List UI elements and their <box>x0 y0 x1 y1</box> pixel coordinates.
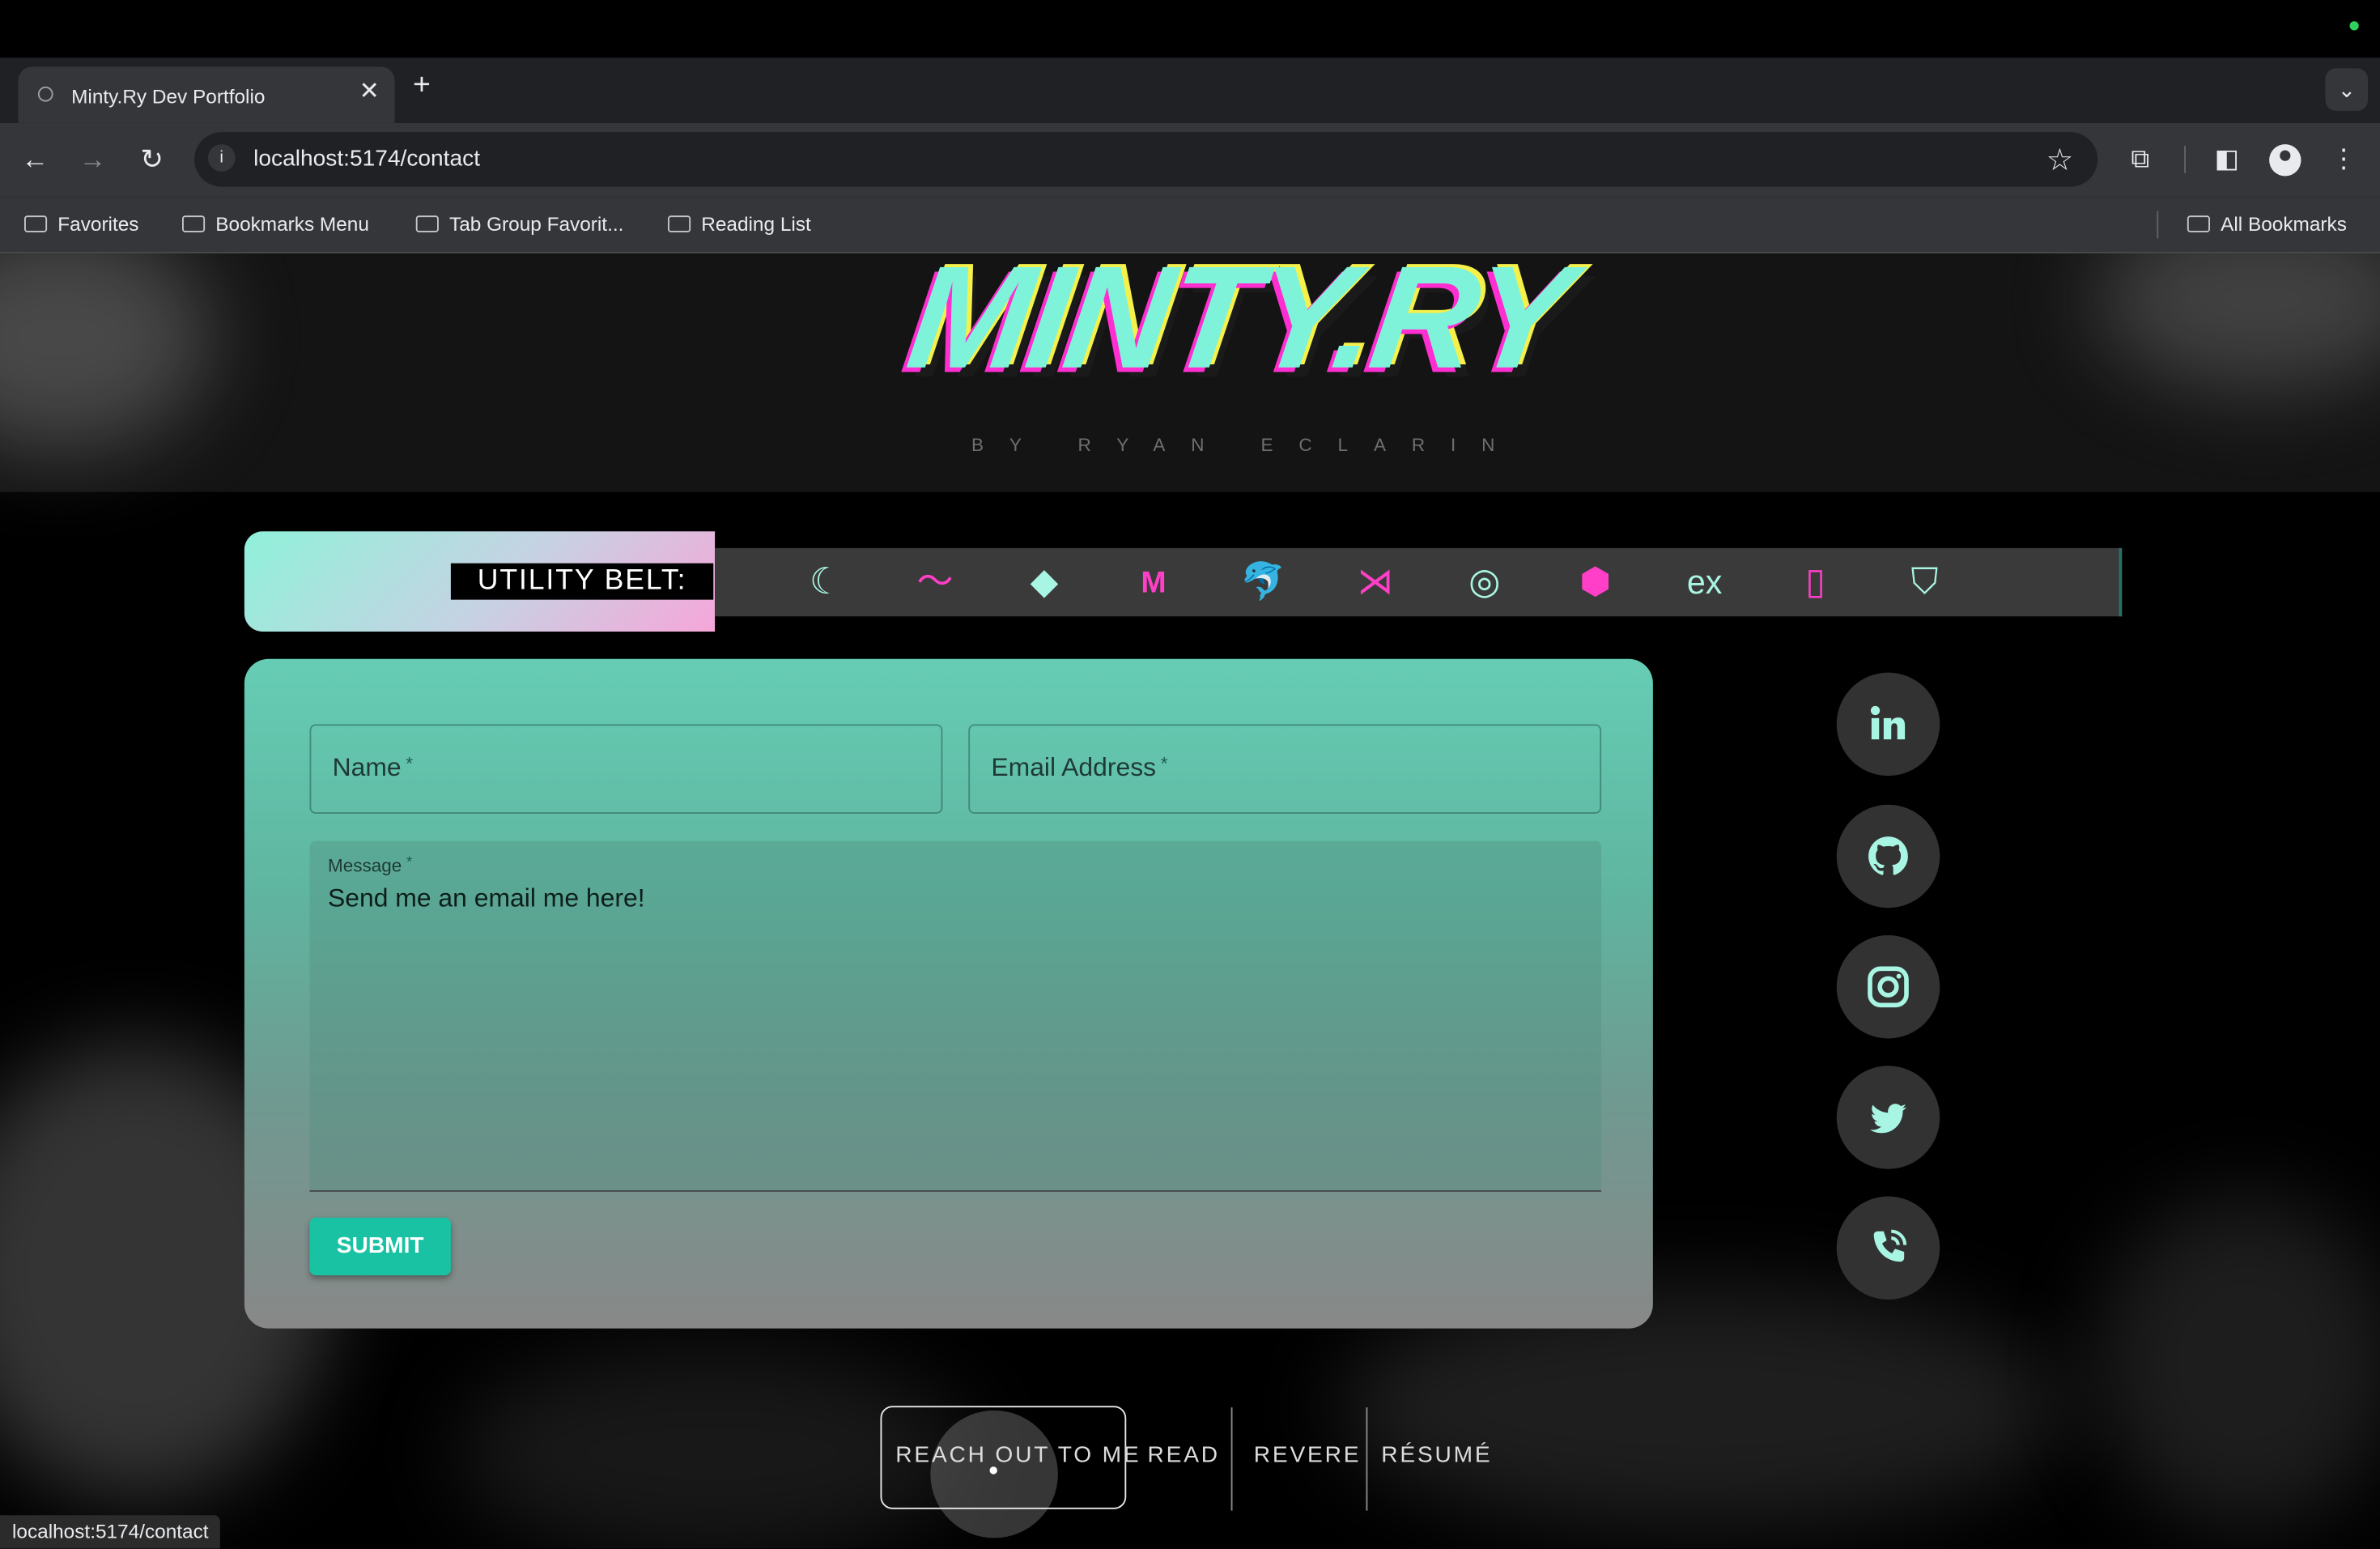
back-icon[interactable]: ← <box>17 141 53 177</box>
chrome-icon: ◎ <box>1462 560 1507 606</box>
instagram-icon <box>1865 964 1910 1010</box>
email-label-text: Email Address <box>991 753 1156 782</box>
smoke-decoration <box>2095 1195 2380 1530</box>
express-icon: ex <box>1682 560 1728 606</box>
name-label-text: Name <box>333 753 402 782</box>
utility-belt-bar: ☾ 〜 ◆ M 🐬 ⋊ ◎ ⬢ ex ▯ ⛉ <box>715 548 2122 616</box>
instagram-button[interactable] <box>1837 935 1940 1039</box>
folder-icon <box>182 215 205 232</box>
folder-icon <box>24 215 47 232</box>
bookmark-label: Reading List <box>701 213 811 236</box>
extensions-icon[interactable]: ⧉ <box>2123 143 2157 176</box>
camera-indicator <box>2350 21 2359 30</box>
folder-icon <box>668 215 691 232</box>
bookmark-reading-list[interactable]: Reading List <box>668 213 811 237</box>
favicon-icon <box>38 87 53 102</box>
tab-active[interactable]: Minty.Ry Dev Portfolio ✕ <box>19 67 395 123</box>
phone-icon <box>1865 1225 1910 1270</box>
material-design-icon: ⬢ <box>1573 560 1618 606</box>
required-mark: * <box>1161 753 1168 774</box>
visual-studio-code-icon: ⋊ <box>1353 560 1398 606</box>
message-label: Message* <box>328 855 412 876</box>
utility-belt-label: UTILITY BELT: <box>451 564 713 600</box>
submit-button[interactable]: SUBMIT <box>310 1218 451 1275</box>
byline: BY RYAN ECLARIN <box>971 434 1520 455</box>
email-field[interactable]: Email Address* <box>968 724 1601 814</box>
bookmark-favorites[interactable]: Favorites <box>24 213 139 237</box>
github-icon <box>1865 833 1910 879</box>
bookmarks-bar: Favorites Bookmarks Menu Tab Group Favor… <box>0 198 2380 253</box>
bookmark-star-icon[interactable]: ☆ <box>2046 141 2074 179</box>
styled-components-icon: 〜 <box>912 560 958 606</box>
codepen-icon: ⛉ <box>1902 560 1947 606</box>
reload-icon[interactable]: ↻ <box>134 141 170 177</box>
bookmark-label: Tab Group Favorit... <box>449 213 623 236</box>
contact-form: Name* Email Address* Message* Send me an… <box>244 659 1653 1329</box>
bookmark-label: Favorites <box>57 213 138 236</box>
required-mark: * <box>406 753 413 774</box>
new-tab-icon[interactable]: + <box>413 70 431 100</box>
side-panel-icon[interactable]: ◧ <box>2210 143 2243 176</box>
folder-icon <box>2187 215 2210 232</box>
tab-strip: Minty.Ry Dev Portfolio ✕ <box>0 57 2380 123</box>
message-value[interactable]: Send me an email me here! <box>328 883 645 914</box>
message-label-text: Message <box>328 855 402 876</box>
toolbar-divider <box>2184 146 2186 173</box>
url-text[interactable]: localhost:5174/contact <box>253 146 480 172</box>
all-bookmarks-label: All Bookmarks <box>2221 213 2347 236</box>
name-field[interactable]: Name* <box>310 724 943 814</box>
site-info-icon[interactable]: i <box>208 144 236 172</box>
bookmark-bookmarks-menu[interactable]: Bookmarks Menu <box>182 213 369 237</box>
all-bookmarks[interactable]: All Bookmarks <box>2187 213 2347 237</box>
phone-button[interactable] <box>1837 1197 1940 1300</box>
browser-toolbar: ← → ↻ i localhost:5174/contact ☆ ⧉ ◧ ⋮ <box>0 123 2380 198</box>
bookmark-tab-group[interactable]: Tab Group Favorit... <box>416 213 624 237</box>
required-mark: * <box>406 855 412 872</box>
bookmarks-divider <box>2157 211 2158 239</box>
nav-reach-out[interactable]: REACH OUT TO ME <box>895 1442 1141 1468</box>
twitter-button[interactable] <box>1837 1066 1940 1169</box>
material-ui-icon: M <box>1131 560 1176 606</box>
bookmark-label: Bookmarks Menu <box>215 213 369 236</box>
email-label: Email Address* <box>991 753 1167 784</box>
linkedin-button[interactable] <box>1837 673 1940 777</box>
tab-title: Minty.Ry Dev Portfolio <box>71 85 265 108</box>
close-tab-icon[interactable]: ✕ <box>359 80 380 104</box>
site-logo[interactable]: MINTY.RY <box>899 253 1579 402</box>
nav-divider <box>1231 1407 1233 1511</box>
profile-avatar-icon[interactable] <box>2269 144 2301 176</box>
more-menu-icon[interactable]: ⋮ <box>2327 143 2360 176</box>
page-content: MINTY.RY BY RYAN ECLARIN ☾ 〜 ◆ M 🐬 ⋊ ◎ ⬢… <box>0 253 2380 1548</box>
nav-resume[interactable]: RÉSUMÉ <box>1381 1442 1492 1468</box>
heroku-icon: ▯ <box>1792 560 1838 606</box>
linkedin-icon <box>1865 701 1910 747</box>
mysql-icon: 🐬 <box>1240 560 1286 606</box>
message-textarea[interactable]: Message* Send me an email me here! <box>310 841 1602 1192</box>
jquery-icon: ☾ <box>803 560 848 606</box>
nav-divider <box>1366 1407 1368 1511</box>
twitter-icon <box>1865 1095 1910 1140</box>
forward-icon[interactable]: → <box>74 141 111 177</box>
tab-search-icon[interactable]: ⌄ <box>2326 68 2369 111</box>
address-bar[interactable]: i localhost:5174/contact ☆ <box>194 132 2097 187</box>
link-status-bubble: localhost:5174/contact <box>0 1515 221 1548</box>
github-button[interactable] <box>1837 805 1940 909</box>
menu-bar <box>0 0 2380 57</box>
nav-read[interactable]: READ <box>1148 1442 1220 1468</box>
bitbucket-icon: ◆ <box>1022 560 1067 606</box>
name-label: Name* <box>333 753 413 784</box>
folder-icon <box>416 215 439 232</box>
nav-revere[interactable]: REVERE <box>1254 1442 1362 1468</box>
